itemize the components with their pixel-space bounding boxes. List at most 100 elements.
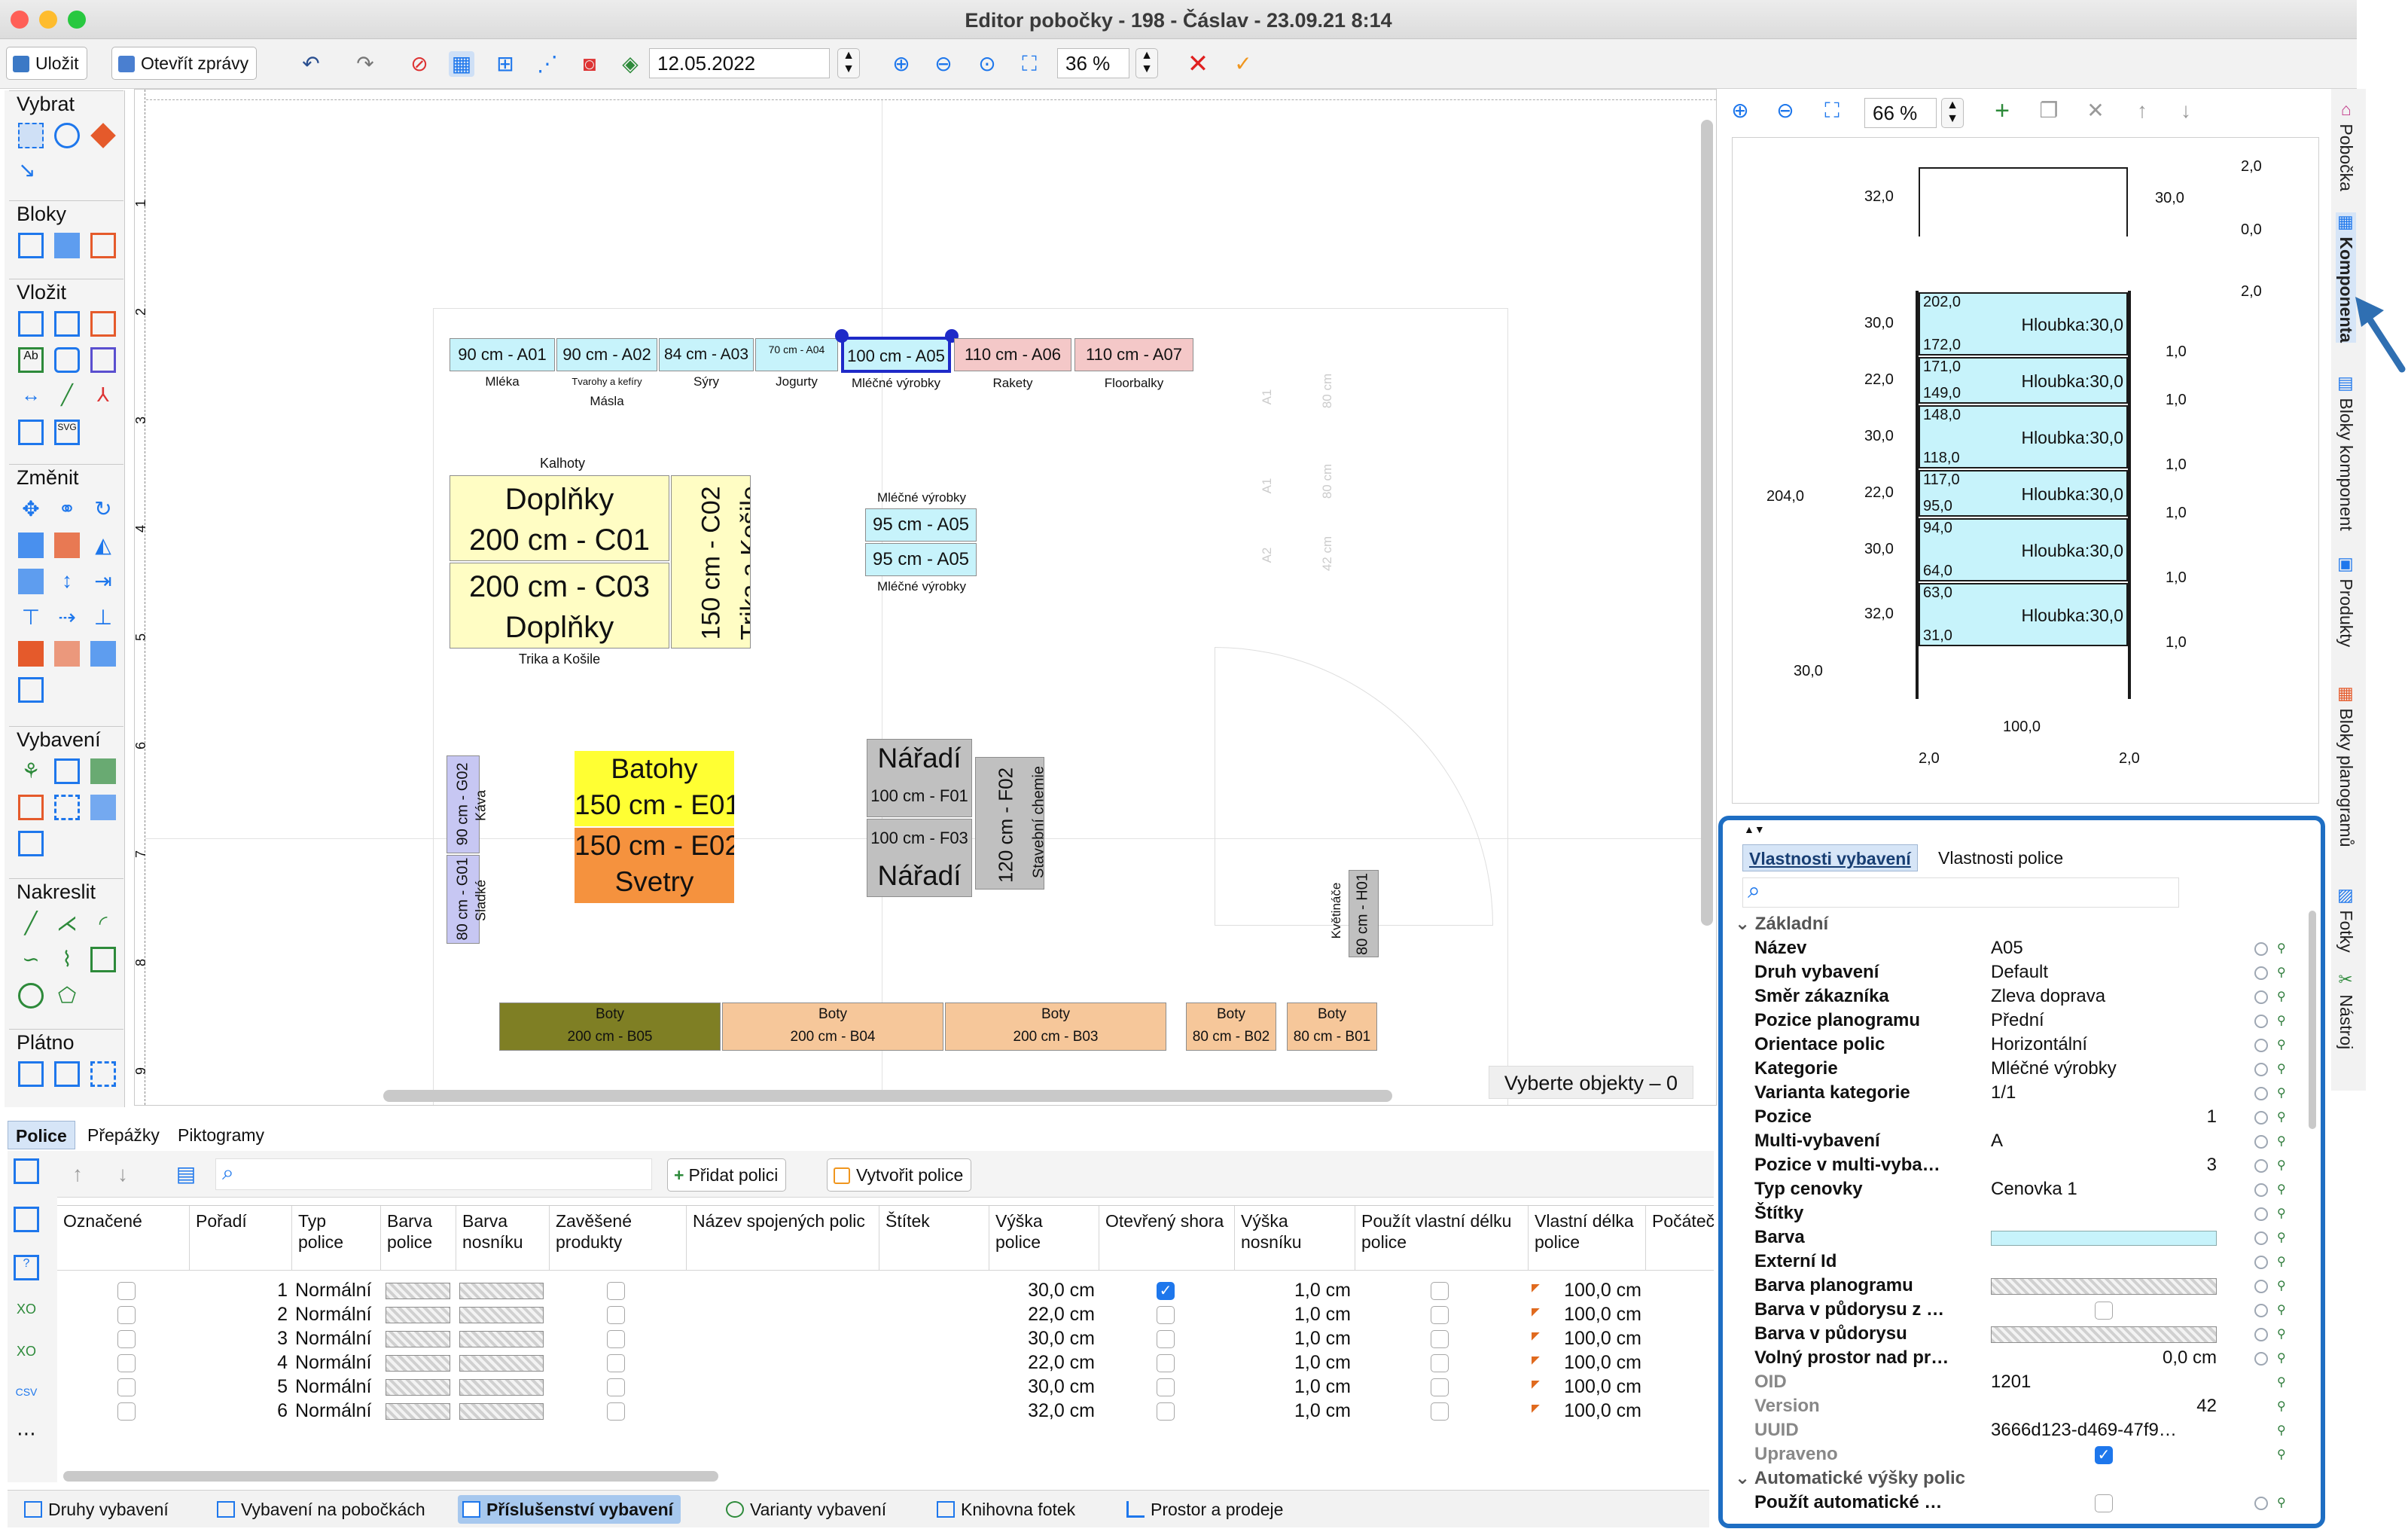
equipment-table-icon[interactable] — [18, 831, 44, 856]
table-cell[interactable] — [1157, 1399, 1187, 1423]
equipment-E02[interactable]: 150 cm - E02 Svetry — [575, 828, 734, 903]
reset-icon[interactable] — [2254, 1135, 2268, 1149]
table-row[interactable]: 5 Normální 30,0 cm 1,0 cm 100,0 cm ◤ — [57, 1375, 1714, 1399]
table-cell[interactable]: 22,0 cm — [989, 1350, 1095, 1375]
nav-prostor-a-prodeje[interactable]: Prostor a prodeje — [1122, 1495, 1291, 1524]
pin-icon[interactable]: ⚲ — [2277, 1376, 2292, 1390]
insert-calendar-icon[interactable] — [90, 347, 116, 373]
pin-icon[interactable]: ⚲ — [2277, 942, 2292, 956]
side-tab-fotky[interactable]: ▨ Fotky — [2336, 886, 2356, 953]
distribute-h-icon[interactable]: ⇥ — [90, 569, 116, 594]
table-cell[interactable]: 6 — [190, 1399, 288, 1423]
pin-icon[interactable]: ⚲ — [2277, 1304, 2292, 1317]
floorplan-canvas[interactable]: 1 2 3 4 5 6 7 8 9 90 cm - A01 Mléka 90 c… — [134, 89, 1717, 1106]
redo-icon[interactable]: ↷ — [352, 51, 378, 77]
property-value[interactable]: 1 — [1991, 1105, 2217, 1129]
target-tool-icon[interactable] — [54, 123, 80, 148]
rotate-icon[interactable]: ↻ — [90, 496, 116, 522]
property-value[interactable] — [1991, 1298, 2217, 1322]
table-cell[interactable] — [386, 1278, 453, 1302]
table-cell[interactable] — [459, 1326, 547, 1350]
property-row[interactable]: Version 42 ⚲ — [1735, 1394, 2307, 1418]
color-swatch[interactable] — [386, 1379, 450, 1396]
grid-icon[interactable]: ⊞ — [492, 51, 518, 77]
color-swatch[interactable] — [459, 1403, 544, 1421]
path-tool-icon[interactable]: ↘ — [18, 157, 44, 183]
property-value[interactable]: A — [1991, 1129, 2217, 1153]
table-cell[interactable]: 30,0 cm — [989, 1375, 1095, 1399]
property-row[interactable]: Kategorie Mléčné výrobky ⚲ — [1735, 1057, 2307, 1081]
checkbox[interactable] — [1431, 1354, 1449, 1373]
vertical-scrollbar[interactable] — [1701, 120, 1713, 926]
canvas-settings-icon[interactable] — [54, 1061, 80, 1087]
equipment-C01[interactable]: Doplňky 200 cm - C01 — [450, 475, 669, 561]
reset-icon[interactable] — [2254, 1328, 2268, 1341]
color-swatch[interactable] — [386, 1355, 450, 1372]
add-shelf-button[interactable]: + Přidat polici — [667, 1158, 787, 1192]
nav-vybaveni-na-pobockach[interactable]: Vybavení na pobočkách — [212, 1495, 433, 1524]
pin-icon[interactable]: ⚲ — [2277, 1256, 2292, 1269]
table-row[interactable]: 3 Normální 30,0 cm 1,0 cm 100,0 cm ◤ — [57, 1326, 1714, 1350]
draw-arc-icon[interactable]: ◜ — [90, 911, 116, 936]
insert-pallet-icon[interactable] — [90, 311, 116, 337]
cancel-icon[interactable]: ✕ — [1185, 51, 1211, 77]
zoom-fit-icon[interactable]: ⛶ — [1819, 98, 1845, 124]
property-row[interactable]: Upraveno ✓ ⚲ — [1735, 1442, 2307, 1466]
table-cell[interactable]: 100,0 cm — [1529, 1278, 1641, 1302]
table-cell[interactable] — [1157, 1302, 1187, 1326]
bring-front-icon[interactable] — [18, 641, 44, 667]
date-field[interactable]: 12.05.2022 — [649, 48, 830, 78]
equipment-E01[interactable]: Batohy 150 cm - E01 — [575, 751, 734, 826]
zoom-fit-icon[interactable]: ⊙ — [974, 51, 1000, 77]
select-all-icon[interactable] — [14, 1158, 39, 1184]
checkbox[interactable] — [1431, 1402, 1449, 1421]
pin-icon[interactable]: ⚲ — [2277, 1039, 2292, 1052]
property-row[interactable]: Barva v půdorysu ⚲ — [1735, 1322, 2307, 1346]
draw-polygon-icon[interactable]: ⬠ — [54, 983, 80, 1009]
color-swatch[interactable] — [459, 1307, 544, 1324]
checkbox[interactable] — [607, 1306, 625, 1325]
nav-prislusenstvi-vybaveni[interactable]: Příslušenství vybavení — [458, 1495, 681, 1524]
zoom-field[interactable]: 36 % — [1057, 48, 1129, 78]
property-row[interactable]: Druh vybavení Default ⚲ — [1735, 960, 2307, 984]
table-cell[interactable] — [117, 1399, 148, 1423]
pin-icon[interactable]: ⚲ — [2277, 1063, 2292, 1076]
property-value[interactable]: Přední — [1991, 1009, 2217, 1033]
table-cell[interactable]: 100,0 cm — [1529, 1326, 1641, 1350]
equipment-F03[interactable]: 100 cm - F03 Nářadí — [867, 819, 972, 897]
preview-shelf[interactable]: 63,0 31,0 Hloubka:30,0 — [1919, 583, 2128, 646]
property-row[interactable]: Pozice 1 ⚲ — [1735, 1105, 2307, 1129]
table-cell[interactable] — [607, 1399, 637, 1423]
snap-icon[interactable]: ⇢ — [54, 605, 80, 630]
table-cell[interactable]: 2 — [190, 1302, 288, 1326]
pin-icon[interactable]: ⚲ — [2277, 1087, 2292, 1100]
layers-tool-icon[interactable] — [90, 123, 116, 148]
pin-icon[interactable]: ⚲ — [2277, 1207, 2292, 1221]
pin-icon[interactable]: ⚲ — [2277, 1183, 2292, 1197]
table-cell[interactable]: 100,0 cm — [1529, 1399, 1641, 1423]
layers-icon[interactable]: ◈ — [617, 51, 643, 77]
checkbox[interactable] — [117, 1282, 136, 1301]
create-shelves-button[interactable]: Vytvořit police — [827, 1158, 972, 1192]
table-cell[interactable] — [1431, 1278, 1461, 1302]
reset-icon[interactable] — [2254, 1039, 2268, 1052]
equipment-select-icon[interactable] — [54, 795, 80, 820]
reset-icon[interactable] — [2254, 1207, 2268, 1221]
table-cell[interactable]: Normální — [295, 1399, 381, 1423]
equipment-tree-icon[interactable]: ⚘ — [18, 758, 44, 784]
nav-druhy-vybaveni[interactable]: Druhy vybavení — [20, 1495, 176, 1524]
excel-export-icon[interactable]: XO — [14, 1344, 39, 1369]
color-swatch[interactable] — [459, 1379, 544, 1396]
column-header[interactable]: Zavěšené produkty — [550, 1206, 687, 1271]
table-cell[interactable]: Normální — [295, 1302, 381, 1326]
open-reports-button[interactable]: Otevřít zprávy — [111, 47, 258, 80]
checkbox[interactable] — [607, 1378, 625, 1397]
property-row[interactable]: Barva planogramu ⚲ — [1735, 1274, 2307, 1298]
table-cell[interactable]: 1,0 cm — [1235, 1350, 1351, 1375]
table-cell[interactable]: 1,0 cm — [1235, 1326, 1351, 1350]
equipment-A02[interactable]: 90 cm - A02 — [556, 338, 657, 371]
resize-icon[interactable] — [18, 677, 44, 703]
column-header[interactable]: Otevřený shora — [1099, 1206, 1235, 1271]
property-row[interactable]: Barva v půdorysu z … ⚲ — [1735, 1298, 2307, 1322]
draw-line-icon[interactable]: ╱ — [18, 911, 44, 936]
